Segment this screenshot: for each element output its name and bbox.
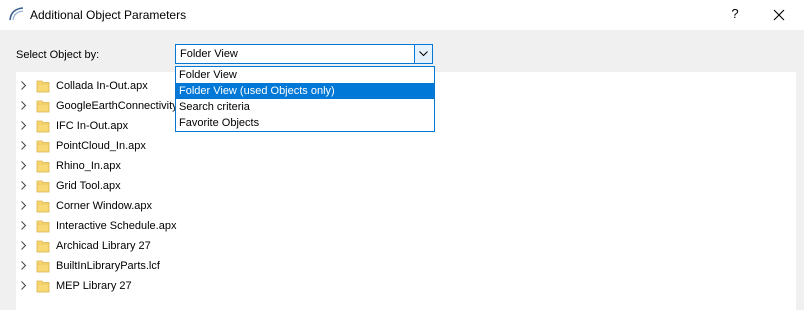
tree-item-label: MEP Library 27 [56, 280, 132, 292]
tree-item-label: Collada In-Out.apx [56, 80, 148, 92]
folder-icon [36, 139, 50, 156]
chevron-right-icon[interactable] [21, 81, 27, 93]
tree-item-label: PointCloud_In.apx [56, 140, 146, 152]
tree-item[interactable]: PointCloud_In.apx [16, 136, 416, 156]
folder-icon [36, 279, 50, 296]
chevron-right-icon[interactable] [21, 181, 27, 193]
tree-item-label: BuiltInLibraryParts.lcf [56, 260, 160, 272]
folder-icon [36, 159, 50, 176]
dropdown-option[interactable]: Folder View [176, 67, 434, 83]
tree-item-label: Corner Window.apx [56, 200, 152, 212]
tree-item-label: Archicad Library 27 [56, 240, 151, 252]
chevron-right-icon[interactable] [21, 241, 27, 253]
dropdown-option[interactable]: Search criteria [176, 99, 434, 115]
combobox-arrow-button[interactable] [414, 45, 432, 63]
title-bar: Additional Object Parameters ? [0, 0, 804, 30]
chevron-right-icon[interactable] [21, 141, 27, 153]
select-object-label: Select Object by: [16, 49, 100, 61]
folder-icon [36, 259, 50, 276]
tree-item[interactable]: Corner Window.apx [16, 196, 416, 216]
close-button[interactable] [768, 4, 790, 26]
chevron-right-icon[interactable] [21, 201, 27, 213]
chevron-right-icon[interactable] [21, 121, 27, 133]
window-title: Additional Object Parameters [30, 8, 187, 22]
tree-item[interactable]: Archicad Library 27 [16, 236, 416, 256]
chevron-right-icon[interactable] [21, 281, 27, 293]
dropdown-option[interactable]: Favorite Objects [176, 115, 434, 131]
tree-item-label: Rhino_In.apx [56, 160, 121, 172]
chevron-down-icon [419, 51, 428, 57]
help-button[interactable]: ? [724, 3, 746, 25]
select-object-dropdown-list[interactable]: Folder View Folder View (used Objects onl… [175, 66, 435, 132]
dropdown-option[interactable]: Folder View (used Objects only) [176, 83, 434, 99]
tree-item[interactable]: BuiltInLibraryParts.lcf [16, 256, 416, 276]
tree-item[interactable]: Rhino_In.apx [16, 156, 416, 176]
tree-item[interactable]: MEP Library 27 [16, 276, 416, 296]
folder-icon [36, 199, 50, 216]
archicad-icon [9, 7, 25, 21]
folder-icon [36, 219, 50, 236]
folder-icon [36, 239, 50, 256]
folder-icon [36, 179, 50, 196]
chevron-right-icon[interactable] [21, 101, 27, 113]
folder-icon [36, 79, 50, 96]
select-object-combobox[interactable]: Folder View [175, 44, 433, 64]
chevron-right-icon[interactable] [21, 161, 27, 173]
tree-item-label: Interactive Schedule.apx [56, 220, 177, 232]
folder-icon [36, 119, 50, 136]
combobox-value: Folder View [180, 48, 238, 60]
chevron-right-icon[interactable] [21, 221, 27, 233]
folder-icon [36, 99, 50, 116]
tree-item[interactable]: Grid Tool.apx [16, 176, 416, 196]
close-icon [773, 9, 785, 21]
tree-item-label: IFC In-Out.apx [56, 120, 129, 132]
tree-item-label: Grid Tool.apx [56, 180, 121, 192]
chevron-right-icon[interactable] [21, 261, 27, 273]
tree-item[interactable]: Interactive Schedule.apx [16, 216, 416, 236]
